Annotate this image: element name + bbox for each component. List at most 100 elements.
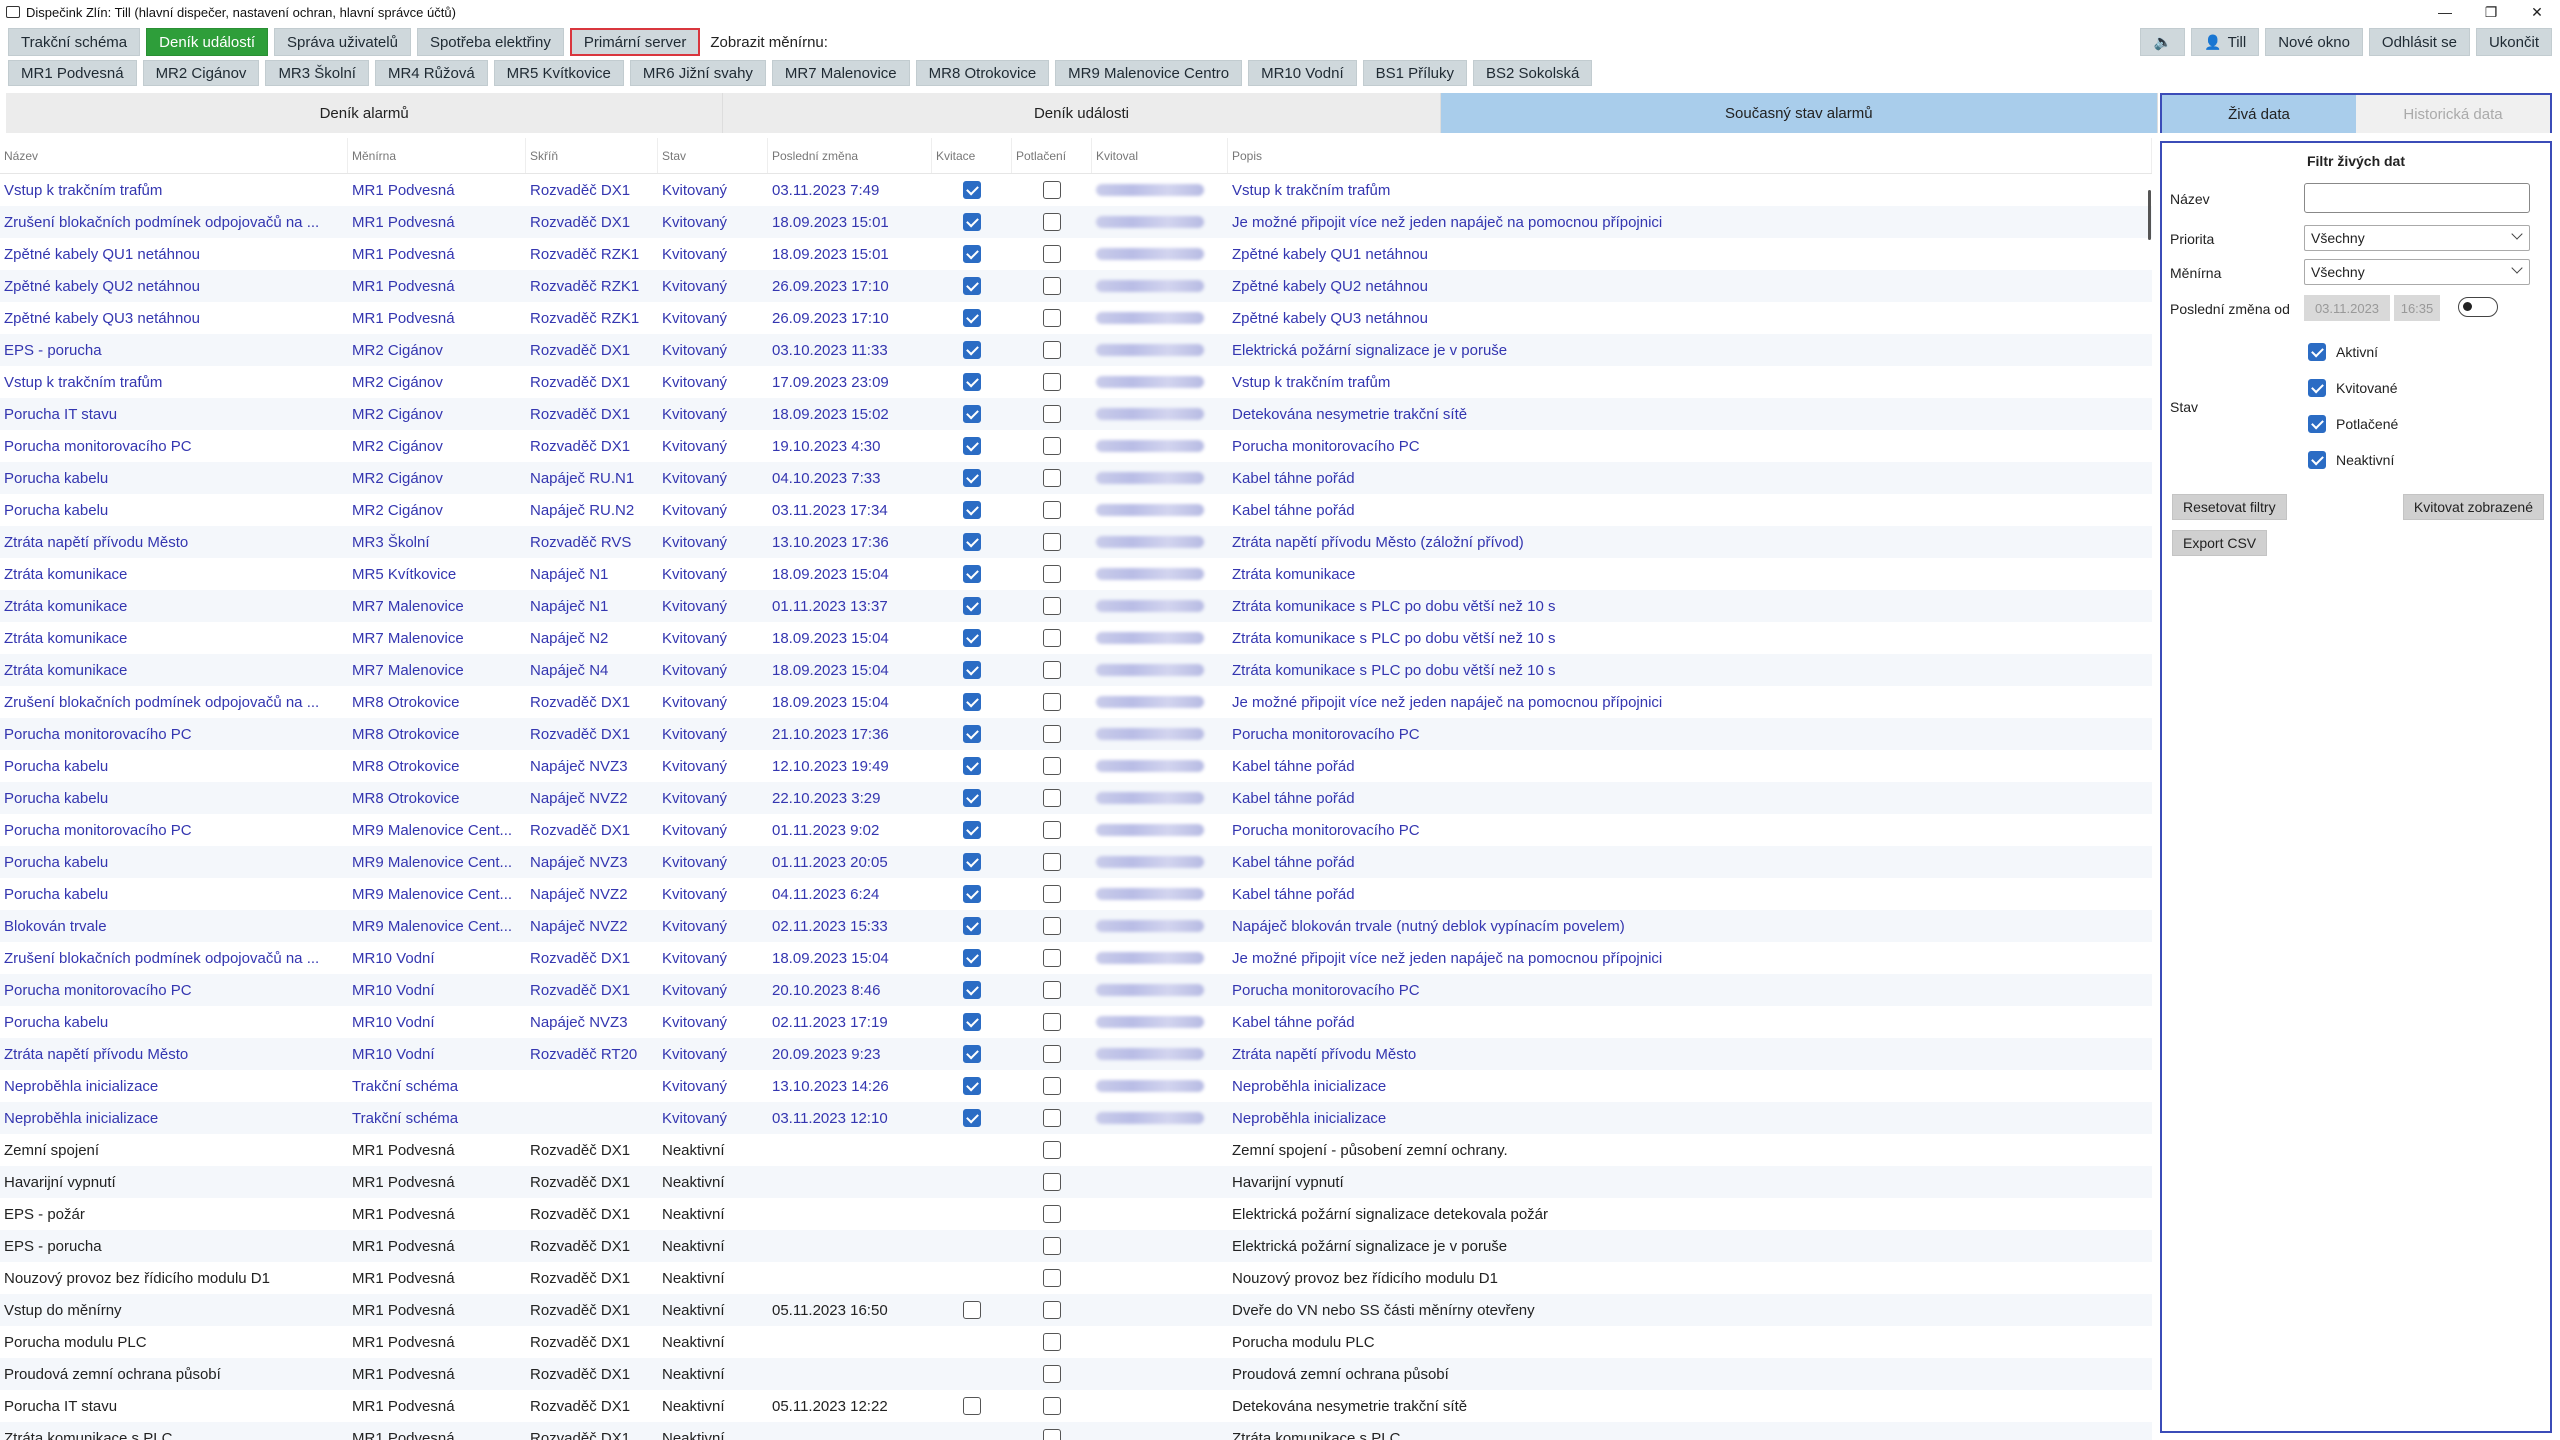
user-button[interactable]: 👤 Till — [2191, 28, 2260, 56]
suppress-checkbox[interactable] — [1043, 565, 1061, 583]
suppress-checkbox[interactable] — [1043, 181, 1061, 199]
ack-checkbox[interactable] — [963, 917, 981, 935]
suppress-checkbox[interactable] — [1043, 1045, 1061, 1063]
suppress-checkbox[interactable] — [1043, 1269, 1061, 1287]
table-row[interactable]: Zpětné kabely QU1 netáhnou MR1 Podvesná Ro… — [0, 238, 2152, 270]
date-input[interactable]: 03.11.2023 — [2304, 295, 2390, 321]
col-state[interactable]: Stav — [658, 138, 768, 173]
event-log-button[interactable]: Deník událostí — [146, 28, 269, 56]
table-row[interactable]: Porucha kabelu MR2 Cigánov Napáječ RU.N2 Kv… — [0, 494, 2152, 526]
station-tab[interactable]: MR4 Růžová — [374, 60, 488, 86]
station-tab[interactable]: MR7 Malenovice — [771, 60, 910, 86]
suppress-checkbox[interactable] — [1043, 1365, 1061, 1383]
station-tab[interactable]: MR6 Jižní svahy — [629, 60, 766, 86]
station-select[interactable]: Všechny — [2304, 259, 2530, 285]
table-row[interactable]: EPS - požár MR1 Podvesná Rozvaděč DX1 Neakt… — [0, 1198, 2152, 1230]
station-tab[interactable]: MR8 Otrokovice — [915, 60, 1050, 86]
suppress-checkbox[interactable] — [1043, 341, 1061, 359]
state-filter-option[interactable]: Aktivní — [2308, 343, 2378, 361]
ack-checkbox[interactable] — [963, 821, 981, 839]
suppress-checkbox[interactable] — [1043, 885, 1061, 903]
table-row[interactable]: Porucha IT stavu MR1 Podvesná Rozvaděč DX1… — [0, 1390, 2152, 1422]
tab-alarm-log[interactable]: Deník alarmů — [6, 93, 724, 133]
ack-checkbox[interactable] — [963, 565, 981, 583]
suppress-checkbox[interactable] — [1043, 725, 1061, 743]
suppress-checkbox[interactable] — [1043, 949, 1061, 967]
ack-checkbox[interactable] — [963, 1397, 981, 1415]
table-row[interactable]: Porucha modulu PLC MR1 Podvesná Rozvaděč D… — [0, 1326, 2152, 1358]
table-row[interactable]: Vstup k trakčním trafům MR2 Cigánov Rozvad… — [0, 366, 2152, 398]
ack-checkbox[interactable] — [963, 1013, 981, 1031]
suppress-checkbox[interactable] — [1043, 213, 1061, 231]
ack-checkbox[interactable] — [963, 981, 981, 999]
table-row[interactable]: EPS - porucha MR1 Podvesná Rozvaděč DX1 Nea… — [0, 1230, 2152, 1262]
table-row[interactable]: Proudová zemní ochrana působí MR1 Podvesn… — [0, 1358, 2152, 1390]
table-row[interactable]: Zpětné kabely QU2 netáhnou MR1 Podvesná Ro… — [0, 270, 2152, 302]
table-row[interactable]: Zrušení blokačních podmínek odpojovačů n… — [0, 686, 2152, 718]
table-row[interactable]: Neproběhla inicializace Trakční schéma Kvi… — [0, 1102, 2152, 1134]
suppress-checkbox[interactable] — [1043, 853, 1061, 871]
suppress-checkbox[interactable] — [1043, 405, 1061, 423]
table-row[interactable]: Porucha kabelu MR9 Malenovice Cent... Napá… — [0, 846, 2152, 878]
table-row[interactable]: Porucha kabelu MR10 Vodní Napáječ NVZ3 Kvit… — [0, 1006, 2152, 1038]
ack-shown-button[interactable]: Kvitovat zobrazené — [2402, 494, 2544, 520]
state-checkbox[interactable] — [2308, 415, 2326, 433]
station-tab[interactable]: MR2 Cigánov — [142, 60, 260, 86]
ack-checkbox[interactable] — [963, 533, 981, 551]
suppress-checkbox[interactable] — [1043, 245, 1061, 263]
priority-select[interactable]: Všechny — [2304, 225, 2530, 251]
suppress-checkbox[interactable] — [1043, 1013, 1061, 1031]
table-scrollbar[interactable] — [2148, 190, 2151, 240]
tab-historical-data[interactable]: Historická data — [2356, 95, 2550, 133]
tab-event-log[interactable]: Deník události — [723, 93, 1441, 133]
suppress-checkbox[interactable] — [1043, 693, 1061, 711]
table-row[interactable]: Zpětné kabely QU3 netáhnou MR1 Podvesná Ro… — [0, 302, 2152, 334]
station-tab[interactable]: MR3 Školní — [265, 60, 369, 86]
ack-checkbox[interactable] — [963, 693, 981, 711]
tab-current-alarms[interactable]: Současný stav alarmů — [1440, 93, 2158, 133]
col-acked-by[interactable]: Kvitoval — [1092, 138, 1228, 173]
station-tab[interactable]: BS2 Sokolská — [1473, 60, 1593, 86]
table-row[interactable]: Porucha kabelu MR8 Otrokovice Napáječ NVZ3… — [0, 750, 2152, 782]
ack-checkbox[interactable] — [963, 1301, 981, 1319]
name-filter-input[interactable] — [2304, 183, 2530, 213]
table-row[interactable]: Porucha IT stavu MR2 Cigánov Rozvaděč DX1 K… — [0, 398, 2152, 430]
state-filter-option[interactable]: Neaktivní — [2308, 451, 2394, 469]
ack-checkbox[interactable] — [963, 949, 981, 967]
table-row[interactable]: Zrušení blokačních podmínek odpojovačů n… — [0, 942, 2152, 974]
table-row[interactable]: Porucha kabelu MR2 Cigánov Napáječ RU.N1 Kv… — [0, 462, 2152, 494]
maximize-button[interactable]: ❐ — [2468, 0, 2514, 24]
col-name[interactable]: Název — [0, 138, 348, 173]
table-row[interactable]: Neproběhla inicializace Trakční schéma Kvi… — [0, 1070, 2152, 1102]
ack-checkbox[interactable] — [963, 661, 981, 679]
suppress-checkbox[interactable] — [1043, 1429, 1061, 1440]
ack-checkbox[interactable] — [963, 245, 981, 263]
col-cabinet[interactable]: Skříň — [526, 138, 658, 173]
state-checkbox[interactable] — [2308, 379, 2326, 397]
table-row[interactable]: Ztráta komunikace MR5 Kvítkovice Napáječ N… — [0, 558, 2152, 590]
ack-checkbox[interactable] — [963, 437, 981, 455]
state-filter-option[interactable]: Kvitované — [2308, 379, 2397, 397]
sound-button[interactable]: 🔈 — [2140, 28, 2186, 56]
new-window-button[interactable]: Nové okno — [2265, 28, 2363, 56]
user-management-button[interactable]: Správa uživatelů — [274, 28, 411, 56]
station-tab[interactable]: BS1 Příluky — [1362, 60, 1468, 86]
table-row[interactable]: Ztráta komunikace s PLC MR1 Podvesná Rozva… — [0, 1422, 2152, 1440]
suppress-checkbox[interactable] — [1043, 373, 1061, 391]
suppress-checkbox[interactable] — [1043, 981, 1061, 999]
col-description[interactable]: Popis — [1228, 138, 2152, 173]
table-row[interactable]: Porucha kabelu MR9 Malenovice Cent... Napá… — [0, 878, 2152, 910]
ack-checkbox[interactable] — [963, 181, 981, 199]
table-row[interactable]: Porucha kabelu MR8 Otrokovice Napáječ NVZ2… — [0, 782, 2152, 814]
table-row[interactable]: Havarijní vypnutí MR1 Podvesná Rozvaděč DX… — [0, 1166, 2152, 1198]
table-row[interactable]: Ztráta komunikace MR7 Malenovice Napáječ N… — [0, 590, 2152, 622]
station-tab[interactable]: MR10 Vodní — [1248, 60, 1357, 86]
traction-scheme-button[interactable]: Trakční schéma — [8, 28, 141, 56]
ack-checkbox[interactable] — [963, 1045, 981, 1063]
ack-checkbox[interactable] — [963, 853, 981, 871]
suppress-checkbox[interactable] — [1043, 917, 1061, 935]
suppress-checkbox[interactable] — [1043, 1173, 1061, 1191]
logout-button[interactable]: Odhlásit se — [2368, 28, 2470, 56]
table-row[interactable]: Nouzový provoz bez řídicího modulu D1 MR1… — [0, 1262, 2152, 1294]
ack-checkbox[interactable] — [963, 885, 981, 903]
